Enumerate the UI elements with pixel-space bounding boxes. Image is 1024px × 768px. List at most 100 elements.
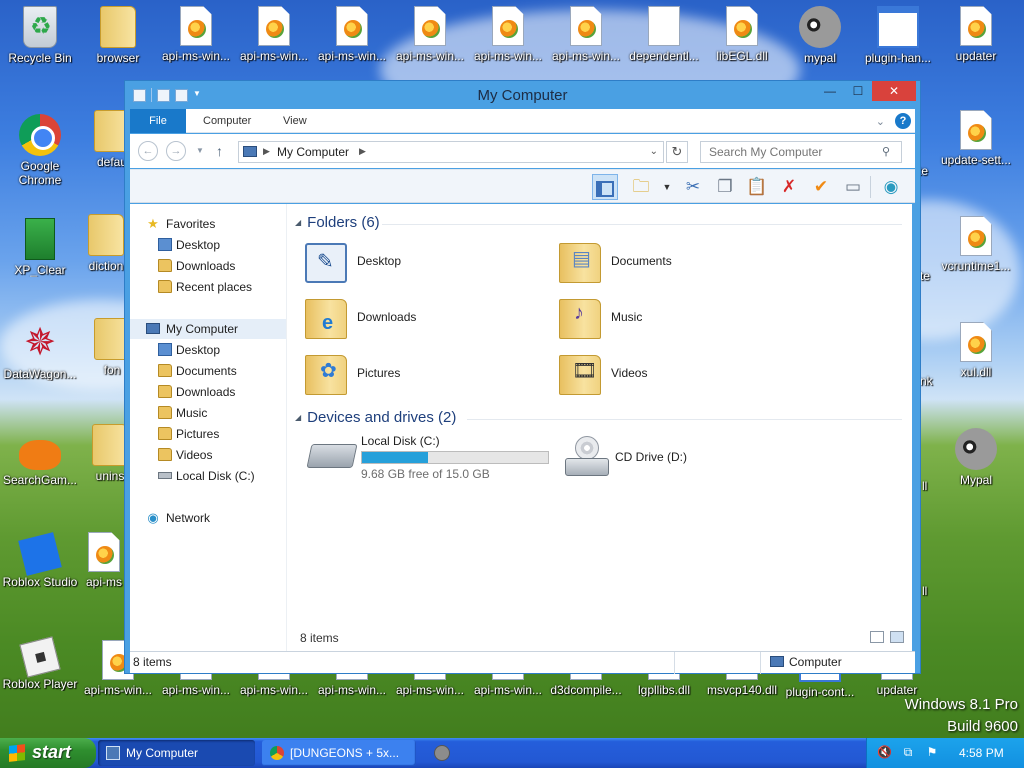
folder-item-documents[interactable]: ▤ Documents [559,239,759,289]
desktop-icon[interactable]: diction [86,214,126,273]
folders-group-header[interactable]: ◢ Folders (6) [295,214,380,234]
item-count: 8 items [300,631,339,645]
disc-icon [575,436,599,460]
back-button[interactable]: ← [138,141,158,161]
desktop-icon[interactable]: Roblox Player [0,636,80,691]
desktop-icon[interactable]: SearchGam... [0,428,80,487]
chevron-right-icon[interactable]: ▶ [263,146,270,157]
folder-options-button[interactable]: 🗀 [628,174,654,200]
nav-computer-documents[interactable]: Documents [130,361,286,381]
copy-button[interactable]: ❐ [712,174,738,200]
drive-item-local-disk[interactable]: Local Disk (C:) 9.68 GB free of 15.0 GB [306,434,559,482]
desktop-icon[interactable]: mypal [780,6,860,65]
copy-icon: ❐ [717,177,733,196]
search-input[interactable] [700,141,902,163]
desktop-icon[interactable]: Recycle Bin [0,6,80,65]
desktop-icon[interactable]: Google Chrome [0,114,80,187]
desktop-icon[interactable]: api-ms-win... [468,6,548,63]
desktop-icon[interactable]: ✵ DataWagon... [0,322,80,381]
rename-button[interactable]: ▭ [840,174,866,200]
folder-item-pictures[interactable]: ✿ Pictures [305,351,505,401]
nav-favorites-downloads[interactable]: Downloads [130,256,286,276]
nav-computer-local-disk[interactable]: Local Disk (C:) [130,466,286,486]
up-button[interactable]: ↑ [216,143,223,159]
tab-file[interactable]: File [130,109,186,133]
raccoon-icon[interactable] [434,745,450,761]
folder-item-music[interactable]: ♪ Music [559,295,759,345]
desktop-icon[interactable]: XP_Clear [0,218,80,277]
recent-locations-icon[interactable]: ▼ [196,146,204,155]
options-dropdown[interactable]: ▼ [654,174,680,200]
address-location[interactable]: My Computer [277,145,349,159]
address-bar[interactable]: ▶ My Computer ▶ ⌄ [238,141,664,163]
close-button[interactable]: ✕ [872,81,916,101]
desktop-icon-label-partial: nk [920,374,933,388]
paste-button[interactable]: 📋 [744,174,770,200]
chevron-right-icon[interactable]: ▶ [359,146,366,157]
folder-item-downloads[interactable]: e Downloads [305,295,505,345]
delete-button[interactable]: ✗ [776,174,802,200]
volume-muted-icon[interactable]: 🔇 [877,745,892,759]
clock[interactable]: 4:58 PM [959,746,1004,760]
desktop-icon[interactable]: api-ms-win... [234,6,314,63]
desktop-icon[interactable]: api-ms-win... [156,6,236,63]
nav-network[interactable]: ◉ Network [130,508,286,528]
preview-pane-button[interactable] [592,174,618,200]
disk-usage-bar [361,451,549,464]
desktop-icon[interactable]: libEGL.dll [702,6,782,63]
nav-computer-desktop[interactable]: Desktop [130,340,286,360]
title-bar[interactable]: ▼ My Computer — ☐ ✕ [125,81,920,109]
desktop-icon[interactable]: update-sett... [936,110,1016,167]
nav-computer-videos[interactable]: Videos [130,445,286,465]
address-dropdown-icon[interactable]: ⌄ [650,146,658,157]
nav-computer-music[interactable]: Music [130,403,286,423]
desktop-icon[interactable]: xul.dll [936,322,1016,379]
start-button[interactable]: start [0,738,96,768]
cut-button[interactable]: ✂ [680,174,706,200]
desktop-icon[interactable]: vcruntime1... [936,216,1016,273]
tab-view[interactable]: View [268,109,322,133]
search-icon[interactable]: ⚲ [882,145,890,158]
folder-item-desktop[interactable]: ✎ Desktop [305,239,505,289]
desktop-icon[interactable]: browser [78,6,158,65]
details-view-icon[interactable] [870,631,884,643]
desktop-icon-label-partial: te [918,164,929,178]
nav-favorites-desktop[interactable]: Desktop [130,235,286,255]
globe-icon: ◉ [883,177,899,196]
folder-item-videos[interactable]: 🎞 Videos [559,351,759,401]
action-center-icon[interactable]: ⚑ [925,745,939,759]
expand-ribbon-icon[interactable]: ⌄ [876,115,885,128]
nav-favorites[interactable]: ★ Favorites [130,214,286,234]
desktop-icon[interactable]: api-ms [82,532,126,589]
devices-group-header[interactable]: ◢ Devices and drives (2) [295,409,456,429]
desktop-icon[interactable]: Roblox Studio [0,532,80,589]
network-status-icon[interactable]: ⧉ [901,745,915,759]
desktop-icon[interactable]: api-ms-win... [312,6,392,63]
minimize-button[interactable]: — [816,81,844,101]
desktop-icon[interactable]: updater [936,6,1016,63]
refresh-button[interactable]: ↻ [666,141,688,163]
desktop-icon[interactable]: Mypal [936,428,1016,487]
nav-my-computer[interactable]: My Computer [130,319,286,339]
nav-computer-downloads[interactable]: Downloads [130,382,286,402]
help-button[interactable]: ? [895,113,911,129]
nav-favorites-recent[interactable]: Recent places [130,277,286,297]
blank-file-icon [648,6,680,46]
nav-computer-pictures[interactable]: Pictures [130,424,286,444]
taskbar-item-chrome[interactable]: [DUNGEONS + 5x... [262,740,416,766]
explorer-window[interactable]: ▼ My Computer — ☐ ✕ File Computer View ⌄… [124,80,921,674]
desktop-icon[interactable]: api-ms-win... [546,6,626,63]
network-button[interactable]: ◉ [878,174,904,200]
desktop-icon[interactable]: plugin-han... [858,6,938,65]
desktop-folder-icon: ✎ [305,243,347,283]
desktop-icon[interactable]: dependentl... [624,6,704,63]
maximize-button[interactable]: ☐ [844,81,872,101]
taskbar-item-my-computer[interactable]: My Computer [98,740,255,766]
drive-item-cd[interactable]: CD Drive (D:) [563,434,763,482]
desktop-icon[interactable]: api-ms-win... [390,6,470,63]
forward-button[interactable]: → [166,141,186,161]
select-button[interactable]: ✔ [808,174,834,200]
drive-tray-icon [565,458,609,476]
large-icons-view-icon[interactable] [890,631,904,643]
tab-computer[interactable]: Computer [188,109,266,133]
